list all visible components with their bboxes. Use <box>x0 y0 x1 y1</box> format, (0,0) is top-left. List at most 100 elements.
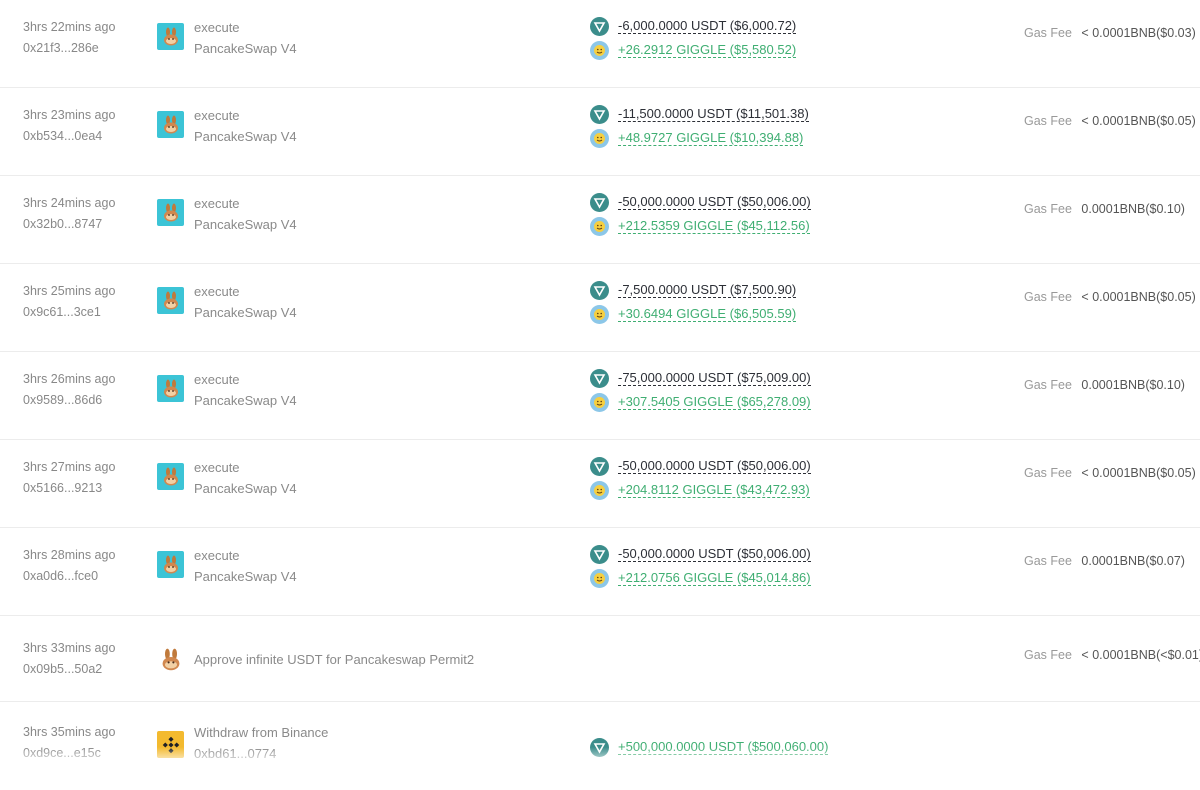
transaction-row[interactable]: 3hrs 28mins ago 0xa0d6...fce0 execute Pa… <box>0 528 1200 616</box>
transaction-row[interactable]: 3hrs 33mins ago 0x09b5...50a2 Approve in… <box>0 616 1200 702</box>
transaction-action: execute PancakeSwap V4 <box>194 545 297 587</box>
transfer-out-amount[interactable]: -6,000.0000 USDT ($6,000.72) <box>618 18 797 34</box>
pancakeswap-bunny-icon <box>157 551 184 578</box>
gas-fee-value: < 0.0001BNB($0.05) <box>1081 466 1196 480</box>
gas-fee: Gas Fee < 0.0001BNB($0.05) <box>1024 114 1196 128</box>
gas-fee-label: Gas Fee <box>1024 378 1072 392</box>
pancakeswap-bunny-icon <box>157 111 184 138</box>
gas-fee-value: 0.0001BNB($0.10) <box>1081 202 1185 216</box>
transaction-action: Approve infinite USDT for Pancakeswap Pe… <box>194 649 474 670</box>
transaction-row[interactable]: 3hrs 26mins ago 0x9589...86d6 execute Pa… <box>0 352 1200 440</box>
giggle-token-icon <box>590 480 609 500</box>
transaction-time: 3hrs 28mins ago <box>23 548 116 562</box>
transaction-hash-link[interactable]: 0x21f3...286e <box>23 38 115 59</box>
transaction-row[interactable]: 3hrs 25mins ago 0x9c61...3ce1 execute Pa… <box>0 264 1200 352</box>
usdt-token-icon <box>590 456 609 476</box>
transfer-in-amount[interactable]: +500,000.0000 USDT ($500,060.00) <box>618 739 829 755</box>
transaction-time: 3hrs 23mins ago <box>23 108 116 122</box>
action-protocol-link[interactable]: PancakeSwap V4 <box>194 390 297 411</box>
transfer-out-amount[interactable]: -75,000.0000 USDT ($75,009.00) <box>618 370 811 386</box>
action-from-address-link[interactable]: 0xbd61...0774 <box>194 743 328 764</box>
usdt-token-icon <box>590 737 609 757</box>
transfer-in-amount[interactable]: +212.0756 GIGGLE ($45,014.86) <box>618 570 811 586</box>
transaction-action: execute PancakeSwap V4 <box>194 193 297 235</box>
action-method: execute <box>194 548 240 563</box>
transaction-meta: 3hrs 33mins ago 0x09b5...50a2 <box>23 638 115 680</box>
transfer-in-amount[interactable]: +204.8112 GIGGLE ($43,472.93) <box>618 482 810 498</box>
token-transfers: -7,500.0000 USDT ($7,500.90) +30.6494 GI… <box>590 278 797 326</box>
transaction-hash-link[interactable]: 0x09b5...50a2 <box>23 659 115 680</box>
transaction-hash-link[interactable]: 0xb534...0ea4 <box>23 126 115 147</box>
transaction-hash-link[interactable]: 0x9c61...3ce1 <box>23 302 115 323</box>
transaction-row[interactable]: 3hrs 35mins ago 0xd9ce...e15c Withdraw f… <box>0 702 1200 790</box>
giggle-token-icon <box>590 304 609 324</box>
gas-fee-label: Gas Fee <box>1024 466 1072 480</box>
transfer-out-amount[interactable]: -50,000.0000 USDT ($50,006.00) <box>618 458 811 474</box>
pancakeswap-bunny-icon <box>157 23 184 50</box>
transfer-in: +30.6494 GIGGLE ($6,505.59) <box>590 302 797 326</box>
transaction-hash-link[interactable]: 0xa0d6...fce0 <box>23 566 115 587</box>
transaction-meta: 3hrs 27mins ago 0x5166...9213 <box>23 457 115 499</box>
usdt-token-icon <box>590 16 609 36</box>
transaction-hash-link[interactable]: 0x32b0...8747 <box>23 214 115 235</box>
action-protocol-link[interactable]: PancakeSwap V4 <box>194 478 297 499</box>
action-method: execute <box>194 108 240 123</box>
transaction-time: 3hrs 35mins ago <box>23 725 116 739</box>
usdt-token-icon <box>590 104 609 124</box>
token-transfers: -50,000.0000 USDT ($50,006.00) +212.0756… <box>590 542 811 590</box>
gas-fee-value: < 0.0001BNB($0.05) <box>1081 114 1196 128</box>
transfer-in-amount[interactable]: +307.5405 GIGGLE ($65,278.09) <box>618 394 811 410</box>
transfer-out-amount[interactable]: -7,500.0000 USDT ($7,500.90) <box>618 282 797 298</box>
transfer-in-amount[interactable]: +30.6494 GIGGLE ($6,505.59) <box>618 306 797 322</box>
transfer-out-amount[interactable]: -50,000.0000 USDT ($50,006.00) <box>618 194 811 210</box>
transaction-hash-link[interactable]: 0x5166...9213 <box>23 478 115 499</box>
transfer-in: +307.5405 GIGGLE ($65,278.09) <box>590 390 811 414</box>
transaction-time: 3hrs 25mins ago <box>23 284 116 298</box>
action-protocol-link[interactable]: PancakeSwap V4 <box>194 302 297 323</box>
transaction-row[interactable]: 3hrs 24mins ago 0x32b0...8747 execute Pa… <box>0 176 1200 264</box>
action-protocol-link[interactable]: PancakeSwap V4 <box>194 214 297 235</box>
transfer-out-amount[interactable]: -50,000.0000 USDT ($50,006.00) <box>618 546 811 562</box>
action-protocol-link[interactable]: PancakeSwap V4 <box>194 38 297 59</box>
transfer-in-amount[interactable]: +26.2912 GIGGLE ($5,580.52) <box>618 42 797 58</box>
giggle-token-icon <box>590 40 609 60</box>
transaction-action: execute PancakeSwap V4 <box>194 105 297 147</box>
transfer-out: -7,500.0000 USDT ($7,500.90) <box>590 278 797 302</box>
transaction-time: 3hrs 33mins ago <box>23 641 116 655</box>
gas-fee: Gas Fee < 0.0001BNB(<$0.01) <box>1024 648 1200 662</box>
transaction-row[interactable]: 3hrs 22mins ago 0x21f3...286e execute Pa… <box>0 0 1200 88</box>
transaction-meta: 3hrs 28mins ago 0xa0d6...fce0 <box>23 545 115 587</box>
action-protocol-link[interactable]: PancakeSwap V4 <box>194 126 297 147</box>
transfer-out-amount[interactable]: -11,500.0000 USDT ($11,501.38) <box>618 106 809 122</box>
transaction-meta: 3hrs 24mins ago 0x32b0...8747 <box>23 193 115 235</box>
gas-fee-label: Gas Fee <box>1024 648 1072 662</box>
giggle-token-icon <box>590 568 609 588</box>
transfer-in: +204.8112 GIGGLE ($43,472.93) <box>590 478 811 502</box>
giggle-token-icon <box>590 392 609 412</box>
transfer-in-amount[interactable]: +48.9727 GIGGLE ($10,394.88) <box>618 130 804 146</box>
transaction-list: 3hrs 22mins ago 0x21f3...286e execute Pa… <box>0 0 1200 790</box>
gas-fee: Gas Fee 0.0001BNB($0.10) <box>1024 202 1185 216</box>
usdt-token-icon <box>590 544 609 564</box>
action-method: execute <box>194 196 240 211</box>
transaction-action: execute PancakeSwap V4 <box>194 17 297 59</box>
pancakeswap-bunny-icon <box>157 646 184 673</box>
transfer-in: +212.0756 GIGGLE ($45,014.86) <box>590 566 811 590</box>
gas-fee-label: Gas Fee <box>1024 202 1072 216</box>
token-transfers: +500,000.0000 USDT ($500,060.00) <box>590 735 829 759</box>
transfer-in-amount[interactable]: +212.5359 GIGGLE ($45,112.56) <box>618 218 810 234</box>
action-method: execute <box>194 460 240 475</box>
transfer-out: -50,000.0000 USDT ($50,006.00) <box>590 454 811 478</box>
transaction-time: 3hrs 26mins ago <box>23 372 116 386</box>
action-protocol-link[interactable]: PancakeSwap V4 <box>194 566 297 587</box>
transaction-hash-link[interactable]: 0x9589...86d6 <box>23 390 115 411</box>
transaction-row[interactable]: 3hrs 23mins ago 0xb534...0ea4 execute Pa… <box>0 88 1200 176</box>
token-transfers: -50,000.0000 USDT ($50,006.00) +212.5359… <box>590 190 811 238</box>
transaction-hash-link[interactable]: 0xd9ce...e15c <box>23 743 115 764</box>
transaction-action: execute PancakeSwap V4 <box>194 369 297 411</box>
transaction-meta: 3hrs 22mins ago 0x21f3...286e <box>23 17 115 59</box>
transaction-time: 3hrs 24mins ago <box>23 196 116 210</box>
gas-fee-value: 0.0001BNB($0.07) <box>1081 554 1185 568</box>
transaction-row[interactable]: 3hrs 27mins ago 0x5166...9213 execute Pa… <box>0 440 1200 528</box>
transfer-out: -50,000.0000 USDT ($50,006.00) <box>590 190 811 214</box>
